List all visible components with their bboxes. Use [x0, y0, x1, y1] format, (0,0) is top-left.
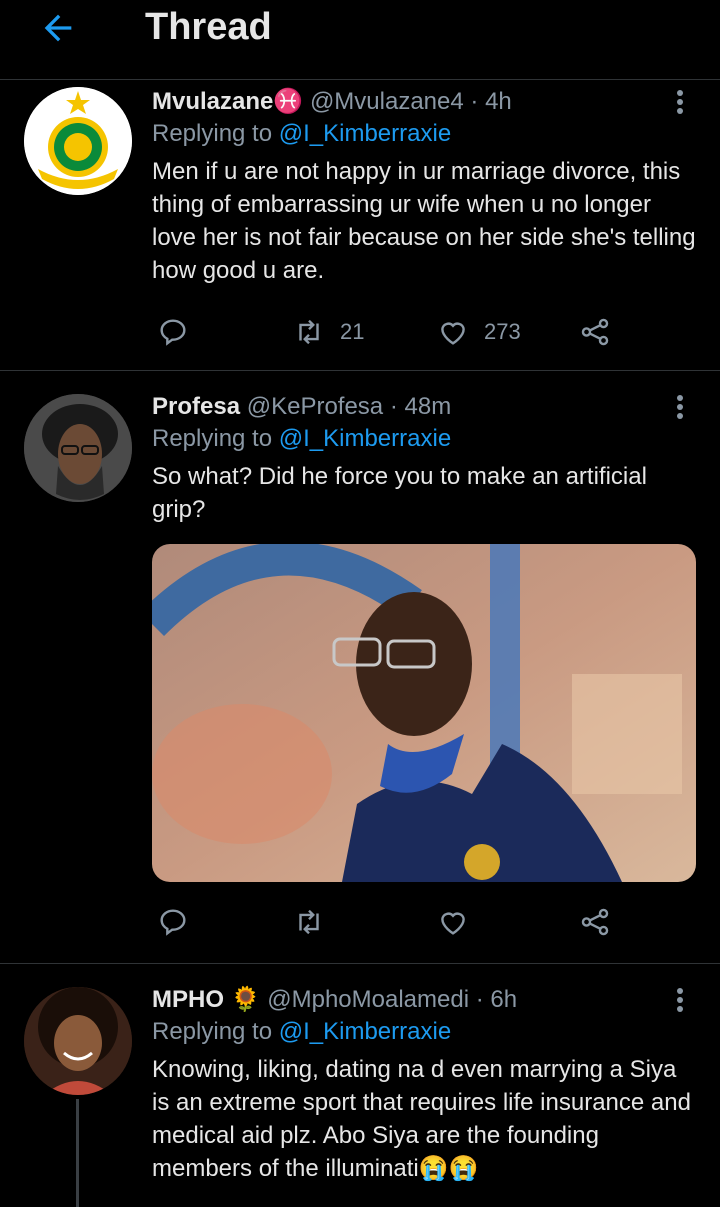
- heart-icon: [441, 912, 465, 935]
- retweet-button[interactable]: [292, 902, 340, 942]
- share-icon: [581, 318, 609, 346]
- timestamp: 4h: [485, 88, 512, 115]
- replying-to: Replying to @I_Kimberraxie: [152, 1018, 452, 1045]
- like-count: 273: [484, 319, 521, 344]
- thread-connector: [76, 1099, 79, 1207]
- tweet-media-image[interactable]: [152, 544, 696, 882]
- tweet-header: MPHO 🌻 @MphoMoalamedi · 6h: [152, 986, 518, 1013]
- tweet-header: Mvulazane♓ @Mvulazane4 · 4h: [152, 88, 512, 115]
- mention-link[interactable]: @I_Kimberraxie: [279, 1018, 451, 1045]
- heart-icon: [441, 322, 465, 345]
- reply-icon: [160, 319, 186, 346]
- author-handle: @Mvulazane4: [309, 88, 464, 115]
- replying-to: Replying to @I_Kimberraxie: [152, 120, 452, 147]
- avatar[interactable]: [24, 394, 132, 502]
- sunflower-emoji: 🌻: [230, 986, 261, 1013]
- more-button[interactable]: [668, 87, 692, 117]
- author-handle: @KeProfesa: [246, 393, 384, 420]
- page-title: Thread: [145, 6, 272, 48]
- author-name[interactable]: Profesa: [152, 393, 240, 420]
- mention-link[interactable]: @I_Kimberraxie: [279, 425, 451, 452]
- top-bar: Thread: [0, 0, 720, 80]
- avatar[interactable]: [24, 87, 132, 195]
- retweet-icon: [299, 319, 319, 345]
- club-badge-image: [24, 87, 132, 195]
- share-button[interactable]: [578, 902, 612, 942]
- reply-button[interactable]: [156, 312, 190, 352]
- more-vertical-icon: [677, 90, 683, 96]
- profile-photo: [24, 987, 132, 1095]
- more-vertical-icon: [677, 395, 683, 401]
- author-name[interactable]: MPHO: [152, 986, 224, 1013]
- retweet-button[interactable]: 21: [292, 312, 364, 352]
- timestamp: 6h: [490, 986, 518, 1013]
- share-button[interactable]: [578, 312, 612, 352]
- like-button[interactable]: 273: [436, 312, 521, 352]
- more-button[interactable]: [668, 392, 692, 422]
- back-button[interactable]: [36, 6, 80, 50]
- tweet[interactable]: MPHO 🌻 @MphoMoalamedi · 6h Replying to @…: [0, 965, 720, 1207]
- author-name[interactable]: Mvulazane: [152, 88, 273, 115]
- tweet-text: Knowing, liking, dating na d even marryi…: [152, 1056, 691, 1182]
- avatar[interactable]: [24, 987, 132, 1095]
- photo-man-in-blue-tracksuit: [152, 544, 696, 882]
- reply-button[interactable]: [156, 902, 190, 942]
- retweet-icon: [299, 909, 319, 935]
- zodiac-emoji: ♓: [273, 88, 304, 115]
- author-handle: @MphoMoalamedi: [267, 986, 470, 1013]
- tweet[interactable]: Mvulazane♓ @Mvulazane4 · 4h Replying to …: [0, 81, 720, 371]
- more-button[interactable]: [668, 985, 692, 1015]
- tweet-text: So what? Did he force you to make an art…: [152, 463, 647, 523]
- more-vertical-icon: [677, 988, 683, 994]
- replying-to: Replying to @I_Kimberraxie: [152, 425, 452, 452]
- tweet[interactable]: Profesa @KeProfesa · 48m Replying to @I_…: [0, 372, 720, 964]
- tweet-text: Men if u are not happy in ur marriage di…: [152, 158, 696, 284]
- arrow-left-icon: [44, 14, 72, 42]
- tweet-header: Profesa @KeProfesa · 48m: [152, 393, 452, 420]
- reply-icon: [160, 909, 186, 936]
- mention-link[interactable]: @I_Kimberraxie: [279, 120, 451, 147]
- retweet-count: 21: [340, 319, 365, 344]
- like-button[interactable]: [436, 902, 484, 942]
- timestamp: 48m: [404, 393, 452, 420]
- share-icon: [581, 908, 609, 936]
- profile-photo: [24, 394, 132, 502]
